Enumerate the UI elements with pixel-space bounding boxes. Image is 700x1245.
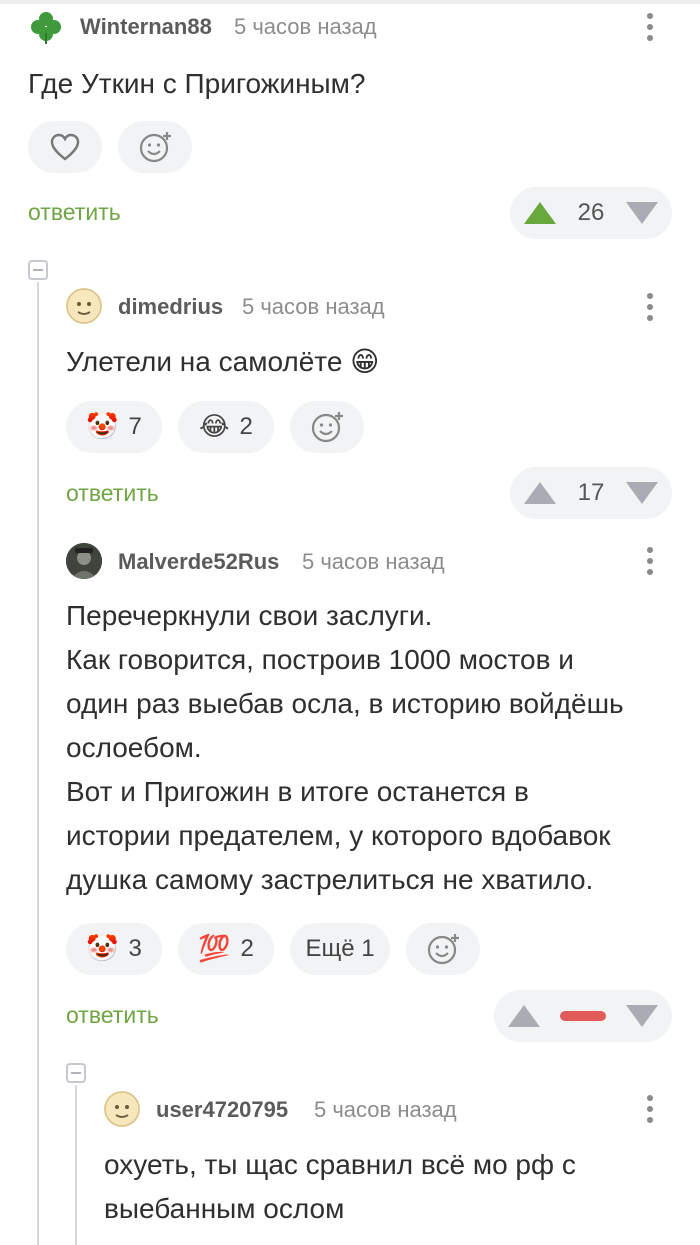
upvote-icon[interactable] [524, 202, 556, 224]
comment-line: Вот и Пригожин в итоге останется в [66, 776, 529, 807]
comment-time: 5 часов назад [242, 294, 385, 319]
rating-hidden-dash [560, 1011, 606, 1021]
comment-line: душка самому застрелиться не хватило. [66, 864, 594, 895]
more-options-icon[interactable] [640, 1091, 660, 1127]
comment-time: 5 часов назад [302, 549, 445, 574]
clover-icon [31, 12, 61, 44]
downvote-icon[interactable] [625, 482, 658, 504]
comment-text: охуеть, ты щас сравнил всё мо рф с выеба… [104, 1143, 576, 1231]
more-reactions-label: Ещё 1 [305, 935, 375, 962]
reaction-count: 7 [128, 413, 142, 440]
upvote-icon[interactable] [508, 1005, 540, 1027]
reaction-count: 2 [239, 413, 253, 440]
comment-line: Перечеркнули свои заслуги. [66, 600, 433, 631]
comment-username[interactable]: user4720795 [156, 1097, 288, 1123]
add-reaction-button[interactable] [406, 923, 480, 975]
thread-line[interactable] [75, 1085, 77, 1245]
add-emoji-icon [311, 412, 343, 443]
face-avatar-icon [66, 288, 102, 324]
comment-line: охуеть, ты щас сравнил всё мо рф с [104, 1149, 576, 1180]
reaction-count: 3 [128, 935, 142, 962]
more-options-icon[interactable] [640, 9, 660, 45]
collapse-thread-button[interactable] [66, 1063, 86, 1083]
rating-control [494, 990, 672, 1042]
comment-text: Где Уткин с Пригожиным? [28, 68, 366, 99]
comment-line: истории предателем, у которого вдобавок [66, 820, 611, 851]
reaction-count: 2 [240, 935, 254, 962]
add-reaction-button[interactable] [290, 401, 364, 453]
comment-line: ослоебом. [66, 732, 202, 763]
comment-time: 5 часов назад [234, 14, 377, 39]
hundred-icon: 💯 [198, 934, 231, 964]
more-options-icon[interactable] [640, 543, 660, 579]
comment-username[interactable]: Malverde52Rus [118, 549, 279, 575]
rating-count: 26 [577, 199, 605, 226]
clown-icon: 🤡 [86, 412, 119, 442]
add-emoji-icon [139, 132, 171, 163]
downvote-icon[interactable] [626, 1005, 658, 1027]
collapse-thread-button[interactable] [28, 260, 48, 280]
rating-control: 26 [510, 187, 672, 239]
comment-line: выебанным ослом [104, 1193, 345, 1224]
avatar[interactable] [28, 9, 64, 45]
reaction-button[interactable]: 😂 2 [178, 401, 274, 453]
reaction-button[interactable]: 🤡 7 [66, 401, 162, 453]
laughing-icon: 😂 [199, 412, 230, 442]
reply-link[interactable]: ответить [66, 1002, 159, 1029]
avatar[interactable] [66, 543, 102, 579]
reaction-button[interactable]: 💯 2 [178, 923, 274, 975]
photo-avatar-icon [66, 543, 102, 579]
avatar[interactable] [66, 288, 102, 324]
comment-time: 5 часов назад [314, 1097, 457, 1122]
top-divider [0, 0, 700, 4]
comment-line: Как говорится, построив 1000 мостов и [66, 644, 574, 675]
more-options-icon[interactable] [640, 289, 660, 325]
add-reaction-button[interactable] [118, 121, 192, 173]
add-emoji-icon [427, 934, 459, 965]
rating-control: 17 [510, 467, 672, 519]
rating-count: 17 [577, 479, 605, 506]
upvote-icon[interactable] [524, 482, 556, 504]
heart-icon [50, 133, 80, 161]
comment-username[interactable]: Winternan88 [80, 14, 212, 40]
more-reactions-button[interactable]: Ещё 1 [290, 923, 390, 975]
reply-link[interactable]: ответить [66, 480, 159, 507]
downvote-icon[interactable] [625, 202, 658, 224]
avatar[interactable] [104, 1091, 140, 1127]
comment-text: Перечеркнули свои заслуги. Как говорится… [66, 594, 624, 902]
thread-line[interactable] [37, 282, 39, 1245]
comment-line: один раз выебав осла, в историю войдёшь [66, 688, 624, 719]
reaction-button[interactable]: 🤡 3 [66, 923, 162, 975]
reply-link[interactable]: ответить [28, 199, 121, 226]
clown-icon: 🤡 [86, 934, 119, 964]
comment-username[interactable]: dimedrius [118, 294, 223, 320]
face-avatar-icon [104, 1091, 140, 1127]
comment-text: Улетели на самолёте 😁 [66, 346, 380, 377]
like-button[interactable] [28, 121, 102, 173]
